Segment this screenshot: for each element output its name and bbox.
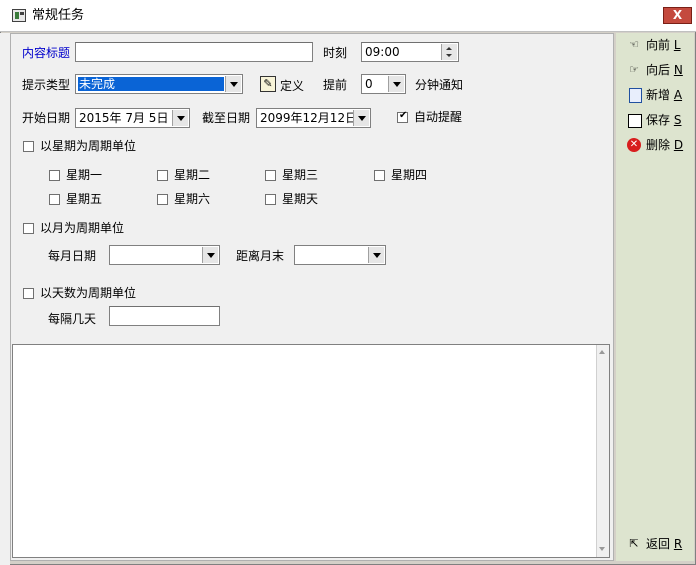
advance-value: 0: [365, 77, 373, 91]
weekday-label-fri: 星期五: [66, 192, 103, 206]
time-spinner[interactable]: 09:00: [361, 42, 459, 62]
daily-checkbox[interactable]: [23, 288, 34, 299]
delete-label: 删除: [646, 138, 671, 152]
next-button[interactable]: ☞ 向后 N: [624, 60, 690, 80]
new-document-icon: [629, 88, 642, 103]
delete-red-x-icon: ✕: [627, 138, 641, 152]
content-title-input[interactable]: [75, 42, 313, 62]
weekday-label-wed: 星期三: [282, 168, 319, 182]
monthly-label: 以月为周期单位: [40, 221, 125, 235]
weekday-checkbox-wed[interactable]: [265, 170, 276, 181]
every-n-days-label: 每隔几天: [48, 312, 97, 326]
delete-key: D: [673, 138, 684, 152]
weekday-checkbox-fri[interactable]: [49, 194, 60, 205]
back-key: R: [673, 537, 683, 551]
weekday-label-sat: 星期六: [174, 192, 211, 206]
window-title: 常规任务: [32, 8, 85, 23]
minutes-notice-label: 分钟通知: [415, 78, 464, 92]
chevron-down-icon[interactable]: [353, 110, 369, 126]
weekday-checkbox-tue[interactable]: [157, 170, 168, 181]
advance-select[interactable]: 0: [361, 74, 406, 94]
end-date-label: 截至日期: [202, 111, 251, 125]
weekday-checkbox-sun[interactable]: [265, 194, 276, 205]
chevron-down-icon[interactable]: [225, 76, 241, 92]
save-label: 保存: [646, 113, 671, 127]
window-left-edge: [0, 33, 10, 565]
month-end-label: 距离月末: [236, 249, 285, 263]
reminder-type-value: 未完成: [78, 77, 224, 91]
prev-button[interactable]: ☜ 向前 L: [624, 35, 690, 55]
chevron-down-icon[interactable]: [368, 247, 384, 263]
time-value: 09:00: [365, 45, 400, 59]
weekday-label-mon: 星期一: [66, 168, 103, 182]
start-date-picker[interactable]: 2015年 7月 5日: [75, 108, 190, 128]
title-bar: [0, 0, 696, 32]
monthly-day-select[interactable]: [109, 245, 220, 265]
month-end-select[interactable]: [294, 245, 386, 265]
end-date-picker[interactable]: 2099年12月12日: [256, 108, 371, 128]
chevron-down-icon[interactable]: [388, 76, 404, 92]
time-label: 时刻: [323, 46, 348, 60]
close-button[interactable]: X: [663, 7, 692, 24]
auto-remind-label: 自动提醒: [414, 110, 463, 124]
weekday-checkbox-sat[interactable]: [157, 194, 168, 205]
content-title-label: 内容标题: [22, 46, 71, 60]
reminder-type-label: 提示类型: [22, 78, 71, 92]
hand-right-icon: ☞: [629, 63, 639, 76]
back-button[interactable]: ⇱ 返回 R: [624, 534, 690, 554]
delete-button[interactable]: ✕ 删除 D: [624, 135, 690, 155]
hand-left-icon: ☜: [629, 38, 639, 51]
back-label: 返回: [646, 537, 671, 551]
start-date-value: 2015年 7月 5日: [79, 111, 169, 125]
exit-icon: ⇱: [629, 537, 639, 550]
time-spin-buttons[interactable]: [441, 44, 457, 60]
weekday-checkbox-mon[interactable]: [49, 170, 60, 181]
weekly-label: 以星期为周期单位: [40, 139, 137, 153]
save-button[interactable]: 保存 S: [624, 110, 690, 130]
add-label: 新增: [646, 88, 671, 102]
auto-remind-checkbox[interactable]: [397, 110, 408, 123]
define-button[interactable]: 定义: [280, 78, 304, 94]
define-icon[interactable]: ✎: [260, 76, 276, 92]
prev-key: L: [673, 38, 681, 52]
weekday-label-tue: 星期二: [174, 168, 211, 182]
reminder-type-select[interactable]: 未完成: [75, 74, 243, 94]
daily-label: 以天数为周期单位: [40, 286, 137, 300]
content-textarea[interactable]: [12, 344, 610, 558]
monthly-checkbox[interactable]: [23, 223, 34, 234]
scroll-down-icon[interactable]: [597, 544, 608, 554]
next-label: 向后: [646, 63, 671, 77]
weekday-checkbox-thu[interactable]: [374, 170, 385, 181]
content-scrollbar[interactable]: [596, 345, 609, 557]
next-key: N: [673, 63, 683, 77]
advance-label: 提前: [323, 78, 348, 92]
weekday-label-thu: 星期四: [391, 168, 428, 182]
prev-label: 向前: [646, 38, 671, 52]
app-icon: [12, 9, 26, 22]
chevron-down-icon[interactable]: [172, 110, 188, 126]
add-button[interactable]: 新增 A: [624, 85, 690, 105]
monthly-day-label: 每月日期: [48, 249, 97, 263]
scroll-up-icon[interactable]: [597, 347, 608, 357]
start-date-label: 开始日期: [22, 111, 71, 125]
weekday-label-sun: 星期天: [282, 192, 319, 206]
add-key: A: [673, 88, 683, 102]
weekly-checkbox[interactable]: [23, 141, 34, 152]
floppy-disk-icon: [628, 114, 642, 128]
save-key: S: [673, 113, 682, 127]
every-n-days-input[interactable]: [109, 306, 220, 326]
end-date-value: 2099年12月12日: [260, 111, 358, 125]
chevron-down-icon[interactable]: [202, 247, 218, 263]
